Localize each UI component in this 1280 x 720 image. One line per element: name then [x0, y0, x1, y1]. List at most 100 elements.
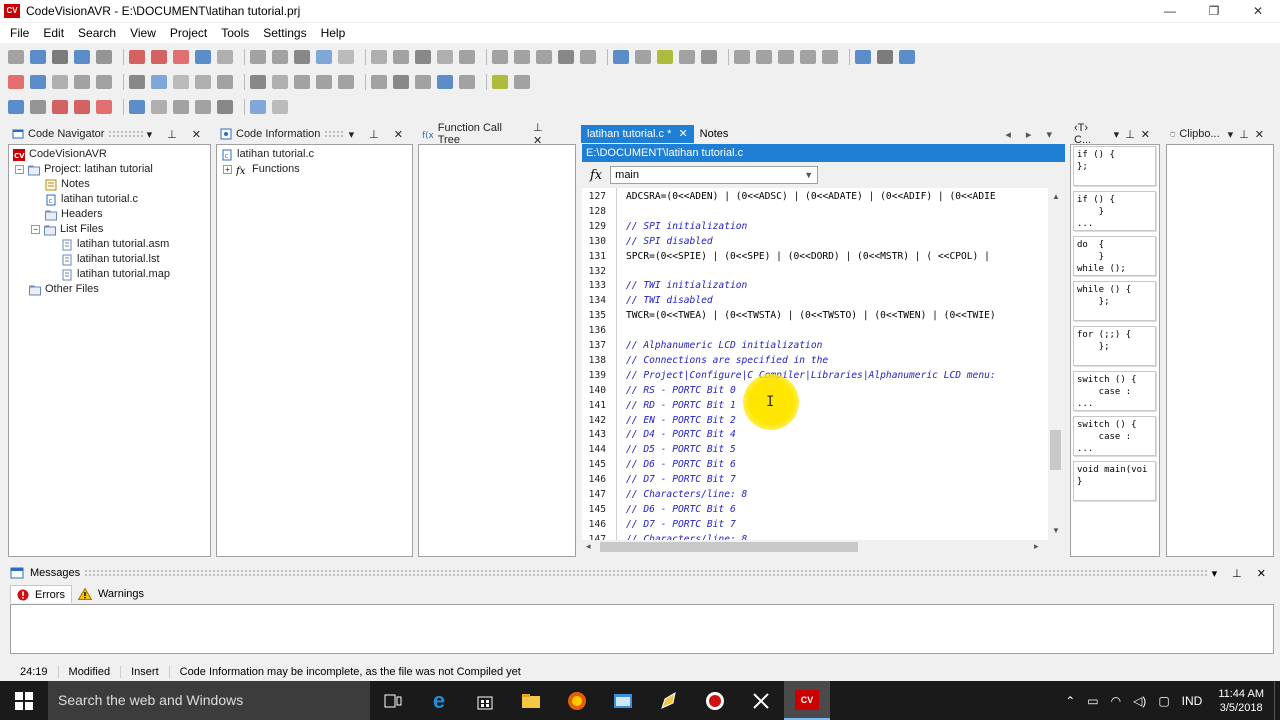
standard-tool-icon-16[interactable]	[371, 50, 387, 64]
store-icon[interactable]	[462, 681, 508, 720]
view-tool-icon-11[interactable]	[250, 100, 266, 114]
code-line[interactable]: 138 // Connections are specified in the	[582, 354, 829, 369]
code-line[interactable]: 130 // SPI disabled	[582, 235, 713, 250]
panel-controls[interactable]: ▾⊥✕	[1228, 128, 1270, 141]
tree-expander-icon[interactable]: +	[223, 165, 232, 174]
windows-start-icon[interactable]	[0, 681, 48, 720]
template-item[interactable]: switch () { case : ...	[1073, 416, 1156, 456]
wifi-icon[interactable]: ◠	[1111, 694, 1121, 708]
standard-tool-icon-17[interactable]	[393, 50, 409, 64]
standard-tool-icon-6[interactable]	[129, 50, 145, 64]
tab-notes[interactable]: Notes	[694, 125, 735, 143]
standard-tool-icon-14[interactable]	[316, 50, 332, 64]
project-tool-icon-8[interactable]	[173, 75, 189, 89]
standard-tool-icon-32[interactable]	[756, 50, 772, 64]
editor-vertical-scrollbar[interactable]: ▲ ▼	[1048, 188, 1064, 540]
view-tool-icon-2[interactable]	[30, 100, 46, 114]
view-tool-icon-9[interactable]	[195, 100, 211, 114]
project-tool-icon-1[interactable]	[8, 75, 24, 89]
tree-item[interactable]: c latihan tutorial.c	[45, 192, 138, 207]
template-item[interactable]: if () { };	[1073, 146, 1156, 186]
view-tool-icon-3[interactable]	[52, 100, 68, 114]
menu-help[interactable]: Help	[321, 26, 346, 40]
standard-tool-icon-23[interactable]	[536, 50, 552, 64]
code-line[interactable]: 137 // Alphanumeric LCD initialization	[582, 339, 823, 354]
standard-tool-icon-8[interactable]	[173, 50, 189, 64]
standard-tool-icon-20[interactable]	[459, 50, 475, 64]
code-line[interactable]: 146 // D7 - PORTC Bit 7	[582, 473, 736, 488]
standard-tool-icon-31[interactable]	[734, 50, 750, 64]
standard-tool-icon-36[interactable]	[855, 50, 871, 64]
code-line[interactable]: 147 // Characters/line: 8	[582, 488, 748, 503]
tools-icon[interactable]	[738, 681, 784, 720]
tree-item[interactable]: − List Files	[31, 222, 103, 237]
view-tool-icon-1[interactable]	[8, 100, 24, 114]
standard-tool-icon-25[interactable]	[580, 50, 596, 64]
template-item[interactable]: do { } while ();	[1073, 236, 1156, 276]
code-line[interactable]: 128	[582, 205, 606, 220]
project-tool-icon-19[interactable]	[437, 75, 453, 89]
standard-tool-icon-34[interactable]	[800, 50, 816, 64]
hscroll-thumb[interactable]	[600, 542, 858, 552]
project-tool-icon-15[interactable]	[338, 75, 354, 89]
project-tool-icon-17[interactable]	[393, 75, 409, 89]
function-select[interactable]: main ▼	[610, 166, 819, 184]
file-explorer-icon[interactable]	[508, 681, 554, 720]
code-line[interactable]: 129 // SPI initialization	[582, 220, 748, 235]
standard-tool-icon-1[interactable]	[8, 50, 24, 64]
codevisionavr-taskbar-icon[interactable]: CV	[784, 681, 830, 720]
standard-tool-icon-9[interactable]	[195, 50, 211, 64]
standard-tool-icon-37[interactable]	[877, 50, 893, 64]
code-line[interactable]: 134 // TWI disabled	[582, 294, 713, 309]
tree-item[interactable]: latihan tutorial.asm	[61, 237, 169, 252]
project-tool-icon-5[interactable]	[96, 75, 112, 89]
tab-warnings[interactable]: Warnings	[72, 585, 150, 603]
editor-horizontal-scrollbar[interactable]: ◂ ▸	[582, 540, 1048, 554]
tray-chevron-up-icon[interactable]: ⌃	[1065, 694, 1075, 708]
standard-tool-icon-18[interactable]	[415, 50, 431, 64]
code-line[interactable]: 133 // TWI initialization	[582, 279, 748, 294]
code-line[interactable]: 145 // D6 - PORTC Bit 6	[582, 503, 736, 518]
scroll-thumb[interactable]	[1050, 430, 1061, 470]
code-line[interactable]: 146 // D7 - PORTC Bit 7	[582, 518, 736, 533]
code-line[interactable]: 132	[582, 265, 606, 280]
minimize-button[interactable]: —	[1148, 0, 1192, 22]
panel-controls[interactable]: ▾ ⊥ ✕	[1212, 567, 1272, 580]
notification-icon[interactable]: ▢	[1158, 694, 1169, 708]
standard-tool-icon-7[interactable]	[151, 50, 167, 64]
tree-item[interactable]: Headers	[45, 207, 103, 222]
tree-item[interactable]: + fx Functions	[223, 162, 300, 177]
firefox-icon[interactable]	[554, 681, 600, 720]
record-icon[interactable]	[692, 681, 738, 720]
standard-tool-icon-3[interactable]	[52, 50, 68, 64]
taskbar-search[interactable]: Search the web and Windows	[48, 681, 370, 720]
code-line[interactable]: 147 // Characters/line: 8	[582, 533, 748, 540]
code-editor[interactable]: 127 ADCSRA=(0<<ADEN) | (0<<ADSC) | (0<<AD…	[582, 188, 1048, 540]
menu-search[interactable]: Search	[78, 26, 116, 40]
menu-project[interactable]: Project	[170, 26, 207, 40]
language-indicator[interactable]: IND	[1182, 694, 1203, 708]
template-item[interactable]: for (;;) { };	[1073, 326, 1156, 366]
standard-tool-icon-5[interactable]	[96, 50, 112, 64]
tree-item[interactable]: Notes	[45, 177, 90, 192]
code-line[interactable]: 139 // Project|Configure|C Compiler|Libra…	[582, 369, 996, 384]
show-desktop-button[interactable]	[1274, 681, 1280, 720]
tree-item[interactable]: Other Files	[29, 282, 99, 297]
project-tool-icon-7[interactable]	[151, 75, 167, 89]
standard-tool-icon-38[interactable]	[899, 50, 915, 64]
standard-tool-icon-24[interactable]	[558, 50, 574, 64]
project-tool-icon-10[interactable]	[217, 75, 233, 89]
tree-item[interactable]: c latihan tutorial.c	[221, 147, 314, 162]
tab-close-icon[interactable]: ✕	[678, 128, 687, 140]
code-line[interactable]: 140 // RS - PORTC Bit 0	[582, 384, 736, 399]
standard-tool-icon-10[interactable]	[217, 50, 233, 64]
app-window-icon[interactable]	[600, 681, 646, 720]
view-tool-icon-8[interactable]	[173, 100, 189, 114]
template-item[interactable]: if () { } ...	[1073, 191, 1156, 231]
standard-tool-icon-11[interactable]	[250, 50, 266, 64]
code-line[interactable]: 136	[582, 324, 606, 339]
project-tool-icon-2[interactable]	[30, 75, 46, 89]
code-line[interactable]: 145 // D6 - PORTC Bit 6	[582, 458, 736, 473]
standard-tool-icon-21[interactable]	[492, 50, 508, 64]
notepad-icon[interactable]	[646, 681, 692, 720]
